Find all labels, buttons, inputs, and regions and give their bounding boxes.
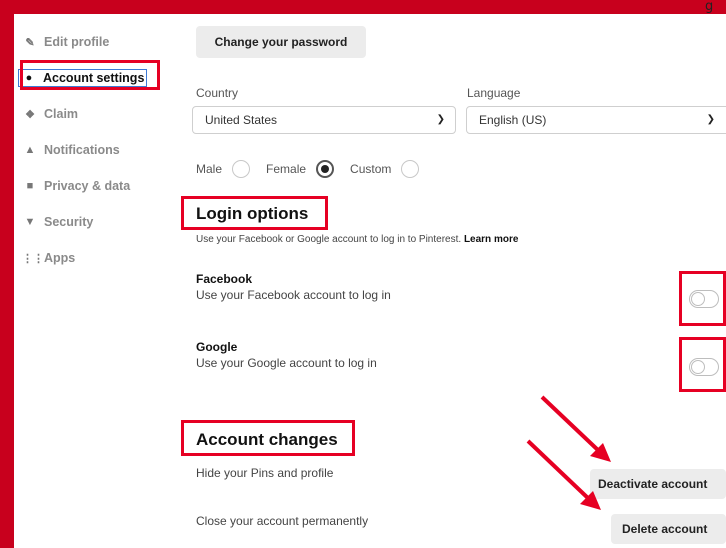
language-select[interactable]: English (US) ❯ <box>466 106 726 134</box>
gender-option-female-label: Female <box>266 162 307 176</box>
partial-header-text: g <box>705 0 714 14</box>
language-label: Language <box>467 86 521 100</box>
sidebar-item-notifications[interactable]: ▲ Notifications <box>22 132 162 168</box>
sidebar-item-claim[interactable]: ❖ Claim <box>22 96 162 132</box>
country-select[interactable]: United States ❯ <box>192 106 456 134</box>
sidebar-item-apps[interactable]: ⋮⋮ Apps <box>22 240 162 276</box>
hide-pins-text: Hide your Pins and profile <box>196 466 334 480</box>
close-account-text: Close your account permanently <box>196 514 369 528</box>
learn-more-link[interactable]: Learn more <box>464 234 518 245</box>
delete-account-button[interactable]: Delete account <box>611 514 726 544</box>
facebook-desc: Use your Facebook account to log in <box>196 288 391 302</box>
sidebar-item-security[interactable]: ▼ Security <box>22 204 162 240</box>
bell-icon: ▲ <box>24 144 36 156</box>
sidebar-item-label: Edit profile <box>44 35 110 49</box>
sidebar-item-label: Claim <box>44 107 79 121</box>
highlight-box-facebook-toggle <box>679 271 726 326</box>
chevron-down-icon: ❯ <box>706 114 715 125</box>
highlight-box-account-settings <box>20 60 160 90</box>
sidebar-item-label: Security <box>44 215 94 229</box>
gender-radio-custom[interactable] <box>401 160 420 178</box>
login-options-subtitle: Use your Facebook or Google account to l… <box>196 234 518 245</box>
highlight-box-login-options <box>181 196 328 230</box>
sidebar-item-label: Apps <box>44 251 76 265</box>
gender-option-custom-label: Custom <box>350 162 392 176</box>
pencil-icon: ✎ <box>25 36 35 49</box>
google-desc: Use your Google account to log in <box>196 356 377 370</box>
gender-radio-group: Male Female Custom <box>196 160 435 178</box>
grid-icon: ⋮⋮ <box>22 252 44 265</box>
gender-radio-male[interactable] <box>232 160 251 178</box>
gender-option-male-label: Male <box>196 162 223 176</box>
claim-icon: ❖ <box>25 108 35 121</box>
lock-icon: ■ <box>26 180 34 192</box>
sidebar-item-label: Notifications <box>44 143 120 157</box>
google-title: Google <box>196 340 238 354</box>
facebook-title: Facebook <box>196 272 253 286</box>
gender-radio-female[interactable] <box>316 160 335 178</box>
shield-icon: ▼ <box>24 216 36 228</box>
highlight-box-account-changes <box>181 420 355 456</box>
sidebar-item-label: Privacy & data <box>44 179 131 193</box>
language-select-value: English (US) <box>479 113 547 127</box>
deactivate-account-button[interactable]: Deactivate account <box>590 469 726 499</box>
chevron-down-icon: ❯ <box>436 114 445 125</box>
sidebar-item-edit-profile[interactable]: ✎ Edit profile <box>22 24 162 60</box>
country-label: Country <box>196 86 239 100</box>
login-options-subtitle-text: Use your Facebook or Google account to l… <box>196 234 462 245</box>
highlight-box-google-toggle <box>679 337 726 392</box>
sidebar-item-privacy[interactable]: ■ Privacy & data <box>22 168 162 204</box>
country-select-value: United States <box>205 113 278 127</box>
change-password-button[interactable]: Change your password <box>196 26 366 58</box>
